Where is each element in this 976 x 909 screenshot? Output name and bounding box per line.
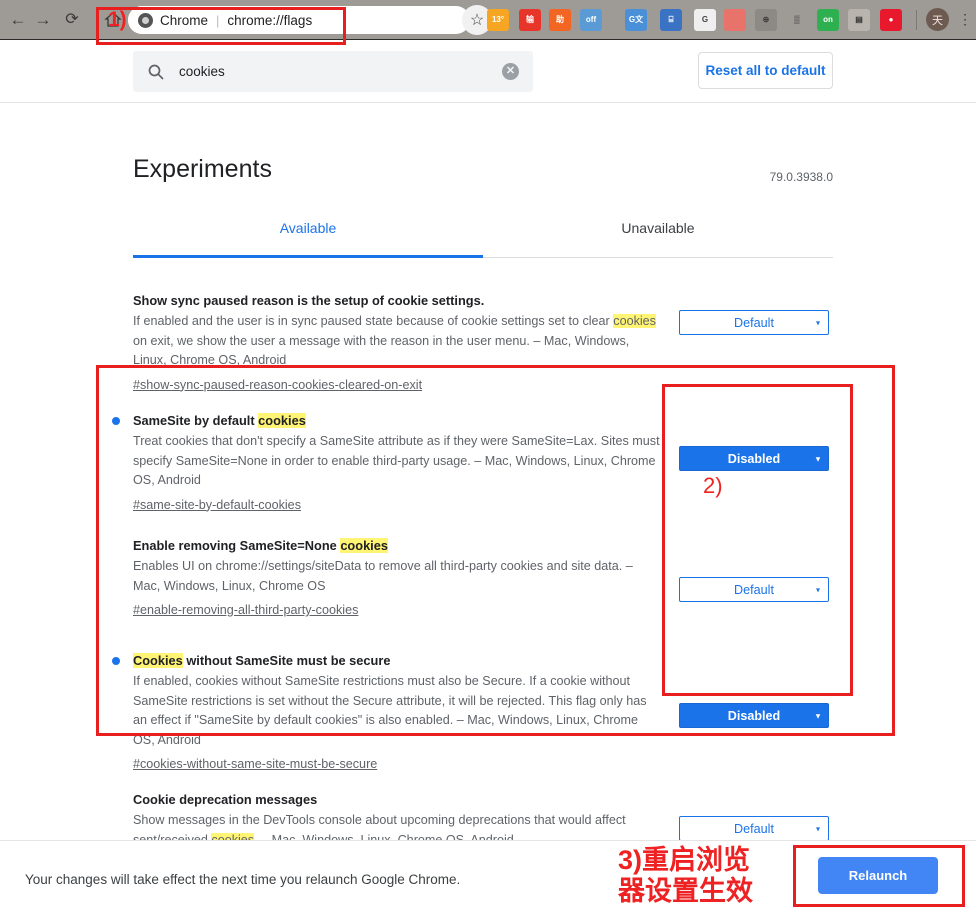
search-highlight: cookies	[340, 538, 388, 553]
tab-available[interactable]: Available	[133, 220, 483, 236]
omnibox-separator: |	[216, 12, 220, 28]
text-run: SameSite by default	[133, 413, 259, 428]
tab-unavailable[interactable]: Unavailable	[483, 220, 833, 236]
chevron-down-icon: ▾	[815, 585, 820, 594]
translate-extension-icon[interactable]: G文	[625, 9, 647, 31]
home-icon[interactable]	[103, 10, 123, 30]
tab-bar: Available Unavailable	[133, 208, 833, 258]
text-run: Enable removing SameSite=None	[133, 538, 341, 553]
flag-title: SameSite by default cookies	[112, 412, 663, 429]
linkedin-on-extension-icon[interactable]: on	[817, 9, 839, 31]
flag-text: Show sync paused reason is the setup of …	[133, 292, 663, 394]
flag-permalink[interactable]: #same-site-by-default-cookies	[133, 498, 301, 512]
chevron-down-icon: ▾	[815, 711, 820, 720]
flag-permalink[interactable]: #enable-removing-all-third-party-cookies	[133, 603, 358, 617]
weather-extension-icon[interactable]: 13°	[487, 9, 509, 31]
omnibox-brand: Chrome	[160, 12, 209, 28]
red-flag-extension-icon[interactable]	[724, 9, 746, 31]
chrome-favicon	[138, 12, 153, 28]
flags-page: ✕ Reset all to default Experiments 79.0.…	[0, 40, 976, 909]
flag-text: SameSite by default cookies Treat cookies…	[112, 412, 663, 514]
search-box[interactable]: ✕	[133, 51, 533, 92]
flag-select-value: Default	[734, 582, 774, 597]
mute-toggle-extension-icon[interactable]: off	[580, 9, 602, 31]
flag-select-value: Default	[734, 821, 774, 836]
relaunch-button[interactable]: Relaunch	[818, 857, 938, 894]
reset-all-to-default-button[interactable]: Reset all to default	[698, 52, 833, 89]
chevron-down-icon: ▾	[815, 824, 820, 833]
tab-selected-indicator	[133, 255, 483, 258]
page-title: Experiments	[133, 155, 272, 183]
text-run: If enabled, cookies without SameSite res…	[133, 674, 647, 747]
more-vertical-icon[interactable]: ⋮	[958, 10, 972, 30]
text-run: Cookie deprecation messages	[133, 792, 318, 807]
search-input[interactable]	[179, 64, 502, 79]
flag-title: Cookie deprecation messages	[133, 791, 663, 808]
flag-select-enable-removing-all-third-party-cookies[interactable]: Default ▾	[679, 577, 829, 602]
search-highlight: Cookies	[133, 653, 183, 668]
grammar-extension-icon[interactable]: G	[694, 9, 716, 31]
flag-select-cookie-deprecation-messages[interactable]: Default ▾	[679, 816, 829, 841]
flag-text: Enable removing SameSite=None cookies Ena…	[133, 537, 663, 619]
adblock-extension-icon[interactable]: ●	[880, 9, 902, 31]
text-run: Enables UI on chrome://settings/siteData…	[133, 559, 633, 593]
browser-toolbar: ← → ⟳ Chrome | chrome://flags ☆ 13° 输助 off…	[0, 0, 976, 40]
flag-description: If enabled, cookies without SameSite res…	[133, 672, 663, 750]
screen: ← → ⟳ Chrome | chrome://flags ☆ 13° 输助 off…	[0, 0, 976, 909]
flag-title: Show sync paused reason is the setup of …	[133, 292, 663, 309]
omnibox-url: chrome://flags	[227, 12, 313, 28]
flag-select-same-site-by-default-cookies[interactable]: Disabled ▾	[679, 446, 829, 471]
flag-select-value: Default	[734, 315, 774, 330]
flag-description: If enabled and the user is in sync pause…	[133, 312, 663, 371]
bottom-bar: Your changes will take effect the next t…	[0, 840, 976, 909]
flag-modified-dot-icon	[112, 657, 120, 665]
text-run: on exit, we show the user a message with…	[133, 333, 630, 368]
chevron-down-icon: ▾	[815, 454, 820, 463]
flag-permalink[interactable]: #cookies-without-same-site-must-be-secur…	[133, 757, 377, 771]
qr-code-extension-icon[interactable]: ▒	[786, 9, 808, 31]
avatar[interactable]: 天	[926, 8, 949, 31]
search-icon	[147, 63, 165, 81]
globe-extension-icon[interactable]: ⊕	[755, 9, 777, 31]
back-icon[interactable]: ←	[8, 10, 28, 30]
table-capture-extension-icon[interactable]: ⌸	[660, 9, 682, 31]
flag-description: Enables UI on chrome://settings/siteData…	[133, 557, 663, 596]
flag-description: Treat cookies that don't specify a SameS…	[133, 432, 663, 491]
relaunch-message: Your changes will take effect the next t…	[25, 872, 461, 887]
chevron-down-icon: ▾	[815, 318, 820, 327]
text-run: If enabled and the user is in sync pause…	[133, 314, 614, 328]
search-highlight: cookies	[613, 314, 656, 328]
chrome-version: 79.0.3938.0	[769, 170, 833, 184]
sogou-input-extension-icon[interactable]: 输	[519, 9, 541, 31]
flag-text: Cookies without SameSite must be secure I…	[112, 652, 663, 773]
flag-title: Enable removing SameSite=None cookies	[133, 537, 663, 554]
flag-select-show-sync-paused-reason-cookies-cleared-on-exit[interactable]: Default ▾	[679, 310, 829, 335]
flag-modified-dot-icon	[112, 417, 120, 425]
search-region: ✕ Reset all to default	[0, 40, 976, 103]
text-run: without SameSite must be secure	[182, 653, 391, 668]
reload-icon[interactable]: ⟳	[62, 10, 82, 30]
omnibox[interactable]: Chrome | chrome://flags	[128, 6, 458, 34]
text-run: Treat cookies that don't specify a SameS…	[133, 434, 660, 487]
flag-permalink[interactable]: #show-sync-paused-reason-cookies-cleared…	[133, 378, 422, 392]
clear-search-icon[interactable]: ✕	[502, 63, 519, 80]
screenshot-extension-icon[interactable]: ▤	[848, 9, 870, 31]
forward-icon[interactable]: →	[33, 10, 53, 30]
search-highlight: cookies	[258, 413, 306, 428]
toolbar-divider	[916, 10, 917, 30]
flag-select-value: Disabled	[727, 708, 781, 723]
flag-title: Cookies without SameSite must be secure	[112, 652, 663, 669]
flag-select-value: Disabled	[727, 451, 781, 466]
text-run: Show sync paused reason is the setup of …	[133, 293, 485, 308]
flag-select-cookies-without-same-site-must-be-secure[interactable]: Disabled ▾	[679, 703, 829, 728]
browser-helper-extension-icon[interactable]: 助	[549, 9, 571, 31]
